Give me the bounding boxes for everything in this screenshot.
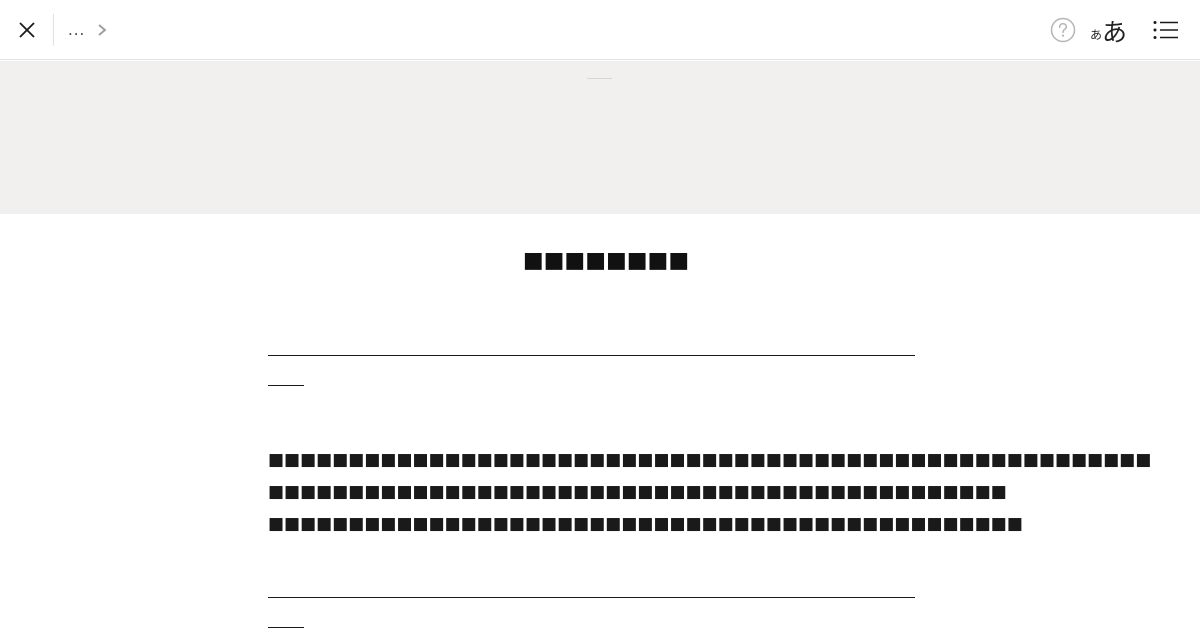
toolbar-divider (53, 14, 54, 46)
help-button[interactable] (1049, 16, 1077, 44)
list-icon (1153, 21, 1178, 39)
hero-image-area (0, 61, 1200, 214)
font-size-button[interactable]: あ あ (1090, 12, 1127, 48)
separator-rule-tail (268, 364, 916, 394)
separator-line-tail (268, 385, 304, 386)
top-toolbar: ... あ あ (0, 0, 1200, 60)
separator-rule (268, 334, 916, 364)
font-size-small-glyph: あ (1090, 28, 1103, 42)
close-icon (19, 22, 35, 38)
separator-line-tail (268, 627, 304, 628)
paragraph-line: ■■■■■■■■■■■■■■■■■■■■■■■■■■■■■■■■■■■■■■■■… (268, 450, 1152, 470)
close-button[interactable] (8, 11, 46, 49)
breadcrumb: ... (68, 18, 107, 42)
hero-divider (587, 78, 612, 79)
breadcrumb-ellipsis[interactable]: ... (68, 18, 85, 42)
separator-rule (268, 576, 916, 606)
article-title: ■■■■■■■■ (522, 248, 690, 273)
help-circle-icon (1050, 17, 1076, 43)
separator-line (268, 355, 915, 356)
article-body: ■■■■■■■■■■■■■■■■■■■■■■■■■■■■■■■■■■■■■■■■… (268, 334, 1152, 636)
table-of-contents-button[interactable] (1150, 16, 1182, 44)
paragraph-line: ■■■■■■■■■■■■■■■■■■■■■■■■■■■■■■■■■■■■■■■■… (268, 514, 1023, 534)
paragraph-line: ■■■■■■■■■■■■■■■■■■■■■■■■■■■■■■■■■■■■■■■■… (268, 482, 1007, 502)
separator-line (268, 597, 915, 598)
separator-rule-tail (268, 606, 916, 636)
chevron-right-icon (97, 23, 107, 37)
font-size-large-glyph: あ (1102, 18, 1128, 47)
